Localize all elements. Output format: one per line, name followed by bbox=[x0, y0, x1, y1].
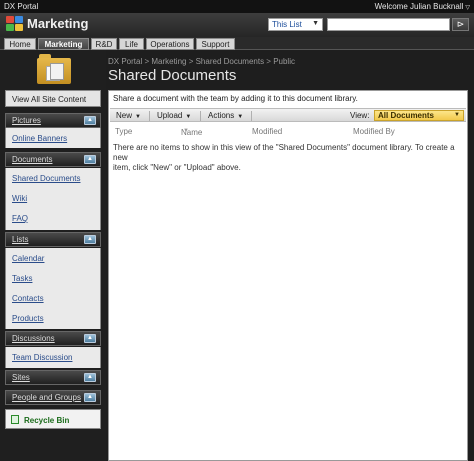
nav-link-label: Products bbox=[12, 314, 44, 323]
tab-rd[interactable]: R&D bbox=[91, 38, 117, 50]
column-header-type[interactable]: Type bbox=[115, 127, 132, 136]
toolbar-divider bbox=[200, 111, 201, 121]
nav-link-calendar[interactable]: Calendar bbox=[5, 248, 101, 268]
list-toolbar: New ▼ Upload ▼ Actions ▼ View: All Document… bbox=[110, 108, 466, 122]
nav-link-label: Tasks bbox=[12, 274, 33, 283]
actions-menu-button[interactable]: Actions ▼ bbox=[208, 111, 243, 120]
nav-link-label: Contacts bbox=[12, 294, 44, 303]
toolbar-divider bbox=[251, 111, 252, 121]
collapse-icon[interactable]: ▲ bbox=[84, 334, 96, 343]
nav-link-tasks[interactable]: Tasks bbox=[5, 268, 101, 288]
nav-link-label: Calendar bbox=[12, 254, 45, 263]
view-label: View: bbox=[350, 111, 370, 120]
site-title[interactable]: Marketing bbox=[27, 16, 88, 31]
document-library-icon bbox=[37, 54, 71, 84]
search-scope-value: This List bbox=[272, 20, 302, 29]
nav-heading-sites[interactable]: Sites ▲ bbox=[5, 370, 101, 385]
library-description: Share a document with the team by adding… bbox=[113, 94, 358, 103]
empty-message-line: item, click "New" or "Upload" above. bbox=[113, 163, 241, 172]
tab-marketing[interactable]: Marketing bbox=[38, 38, 89, 50]
nav-link-faq[interactable]: FAQ bbox=[5, 208, 101, 230]
breadcrumb[interactable]: DX Portal > Marketing > Shared Documents… bbox=[108, 57, 295, 66]
chevron-down-icon: ▼ bbox=[183, 128, 189, 134]
nav-link-label: Wiki bbox=[12, 194, 28, 203]
empty-message-line: There are no items to show in this view … bbox=[113, 143, 455, 162]
search-button[interactable]: ⊳ bbox=[452, 18, 469, 31]
chevron-down-icon: ▼ bbox=[237, 114, 244, 120]
collapse-icon[interactable]: ▲ bbox=[84, 393, 96, 402]
nav-heading-label: Lists bbox=[12, 235, 29, 244]
collapse-icon[interactable]: ▲ bbox=[84, 235, 96, 244]
nav-link-wiki[interactable]: Wiki bbox=[5, 188, 101, 208]
chevron-down-icon: ▼ bbox=[185, 114, 192, 120]
welcome-menu[interactable]: Welcome Julian Bucknall ▽ bbox=[375, 2, 470, 11]
view-all-site-content[interactable]: View All Site Content bbox=[5, 90, 101, 107]
top-bar: DX Portal Welcome Julian Bucknall ▽ bbox=[0, 0, 474, 13]
recycle-bin-label: Recycle Bin bbox=[24, 416, 70, 425]
new-menu-button[interactable]: New ▼ bbox=[116, 111, 141, 120]
chevron-down-icon: ▼ bbox=[312, 20, 319, 27]
nav-link-team-discussion[interactable]: Team Discussion bbox=[5, 347, 101, 368]
chevron-down-icon: ▽ bbox=[465, 5, 470, 11]
upload-menu-button[interactable]: Upload ▼ bbox=[157, 111, 191, 120]
column-header-modified[interactable]: Modified bbox=[252, 127, 282, 136]
welcome-text: Welcome Julian Bucknall bbox=[374, 2, 464, 11]
nav-link-contacts[interactable]: Contacts bbox=[5, 288, 101, 308]
recycle-bin-icon bbox=[11, 415, 19, 424]
recycle-bin-link[interactable]: Recycle Bin bbox=[5, 409, 101, 429]
nav-heading-documents[interactable]: Documents ▲ bbox=[5, 152, 101, 167]
tab-support[interactable]: Support bbox=[196, 38, 235, 50]
nav-link-products[interactable]: Products bbox=[5, 308, 101, 329]
nav-heading-label: Documents bbox=[12, 155, 53, 164]
view-value: All Documents bbox=[378, 111, 435, 120]
nav-link-label: Shared Documents bbox=[12, 174, 81, 183]
toolbar-divider bbox=[149, 111, 150, 121]
nav-heading-discussions[interactable]: Discussions ▲ bbox=[5, 331, 101, 346]
new-button-label: New bbox=[116, 111, 133, 120]
collapse-icon[interactable]: ▲ bbox=[84, 155, 96, 164]
nav-heading-lists[interactable]: Lists ▲ bbox=[5, 232, 101, 247]
chevron-down-icon: ▼ bbox=[454, 112, 460, 118]
tab-life[interactable]: Life bbox=[119, 38, 144, 50]
collapse-icon[interactable]: ▲ bbox=[84, 116, 96, 125]
search-scope-select[interactable]: This List ▼ bbox=[268, 18, 323, 31]
column-header-modified-by[interactable]: Modified By bbox=[353, 127, 395, 136]
nav-link-online-banners[interactable]: Online Banners bbox=[5, 128, 101, 148]
nav-heading-label: Sites bbox=[12, 373, 30, 382]
upload-button-label: Upload bbox=[157, 111, 183, 120]
actions-button-label: Actions bbox=[208, 111, 235, 120]
nav-heading-label: Discussions bbox=[12, 334, 55, 343]
collapse-icon[interactable]: ▲ bbox=[84, 373, 96, 382]
nav-link-label: Online Banners bbox=[12, 134, 68, 143]
nav-link-label: Team Discussion bbox=[12, 353, 73, 362]
portal-link[interactable]: DX Portal bbox=[4, 2, 38, 11]
search-input[interactable] bbox=[327, 18, 450, 31]
chevron-down-icon: ▼ bbox=[135, 114, 141, 120]
column-headers: Type Name ▼ Modified Modified By bbox=[110, 126, 466, 137]
nav-link-label: FAQ bbox=[12, 214, 29, 223]
nav-link-shared-documents[interactable]: Shared Documents bbox=[5, 168, 101, 188]
nav-heading-label: Pictures bbox=[12, 116, 41, 125]
quick-launch: View All Site Content Pictures ▲ Online B… bbox=[0, 50, 106, 461]
tab-home[interactable]: Home bbox=[4, 38, 36, 50]
site-logo-icon bbox=[6, 16, 24, 32]
page-title: Shared Documents bbox=[108, 67, 237, 84]
tab-operations[interactable]: Operations bbox=[146, 38, 194, 50]
nav-heading-people-and-groups[interactable]: People and Groups ▲ bbox=[5, 390, 101, 405]
nav-heading-label: People and Groups bbox=[12, 393, 81, 402]
empty-list-message: There are no items to show in this view … bbox=[113, 143, 463, 173]
view-selector[interactable]: All Documents ▼ bbox=[374, 110, 464, 121]
nav-heading-pictures[interactable]: Pictures ▲ bbox=[5, 113, 101, 128]
main-content: Share a document with the team by adding… bbox=[108, 90, 468, 461]
top-nav: Home Marketing R&D Life Operations Suppo… bbox=[0, 37, 474, 50]
